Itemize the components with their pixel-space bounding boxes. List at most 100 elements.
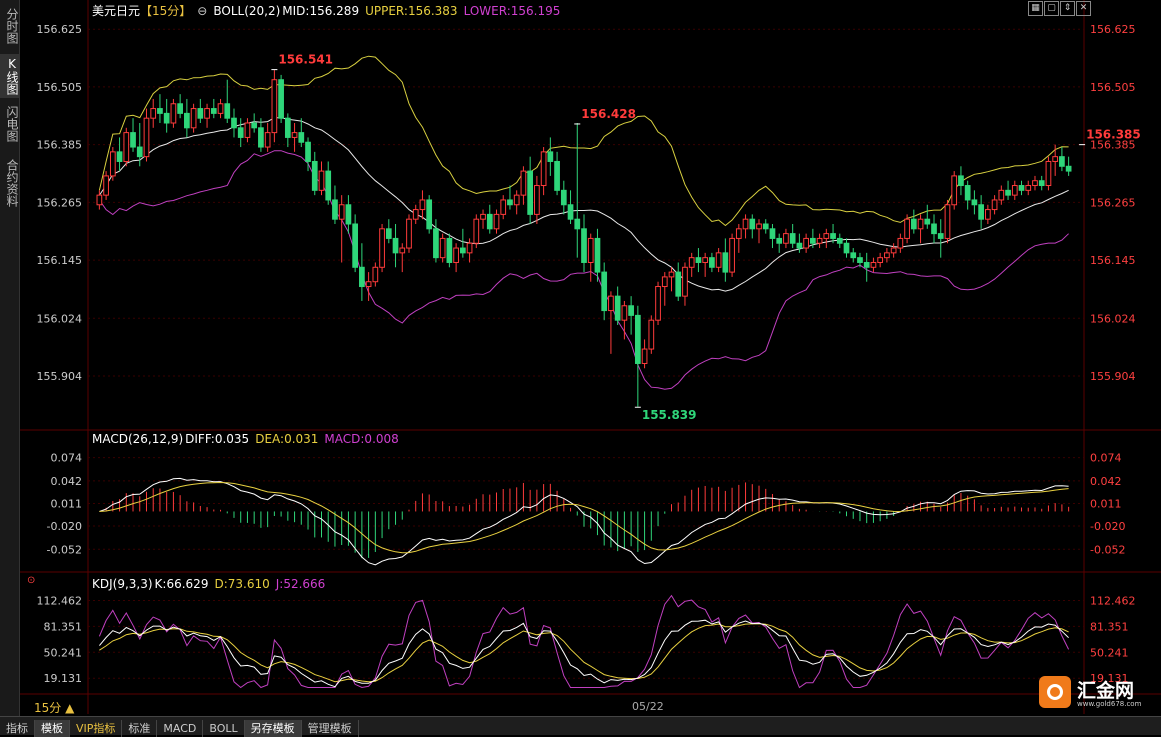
tab-contract[interactable]: 合约资料 — [0, 154, 19, 212]
logo-icon — [1039, 676, 1071, 708]
macd-tick-label-right: 0.011 — [1090, 497, 1122, 510]
annotation-label: 156.541 — [278, 53, 333, 67]
tab-template[interactable]: 模板 — [35, 720, 70, 737]
candle-body — [412, 209, 419, 220]
price-tick-label-right: 156.145 — [1090, 254, 1136, 267]
target-icon[interactable]: ⊙ — [27, 575, 35, 586]
candle-body — [830, 233, 836, 239]
kdj-j-line — [98, 594, 1070, 689]
tab-timeshare[interactable]: 分时图 — [0, 4, 19, 48]
candle-body — [507, 199, 513, 206]
candle-body — [978, 204, 984, 220]
date-axis-label: 05/22 — [632, 700, 664, 713]
candle-body — [971, 199, 978, 206]
price-info-bar: 美元日元【15分】 ⊖ BOLL(20,2) MID:156.289 UPPER:156… — [92, 2, 566, 19]
restore-icon[interactable]: ▢ — [1044, 1, 1059, 16]
tab-manage-template[interactable]: 管理模板 — [302, 720, 359, 737]
candle-body — [359, 266, 365, 288]
candle-body — [318, 170, 325, 191]
candle-body — [446, 237, 453, 263]
price-tick-label-left: 156.265 — [37, 196, 83, 209]
candle-body — [130, 132, 136, 148]
tab-boll[interactable]: BOLL — [203, 720, 245, 737]
candle-body — [311, 160, 318, 191]
candle-body — [695, 257, 702, 263]
candle-body — [406, 218, 412, 249]
candle-body — [459, 247, 466, 254]
candle-body — [513, 194, 520, 206]
candle-body — [439, 237, 446, 259]
candle-body — [1018, 185, 1025, 191]
candle-body — [769, 228, 776, 239]
period-selector[interactable]: 15分 ▲ — [34, 699, 74, 716]
candle-body — [749, 218, 756, 230]
kdj-tick-label-left: 50.241 — [44, 646, 83, 659]
macd-tick-label-left: 0.011 — [51, 497, 83, 510]
kdj-tick-label-left: 19.131 — [44, 672, 83, 685]
candle-body — [816, 237, 823, 244]
candle-body — [466, 242, 473, 254]
tab-flash[interactable]: 闪电图 — [0, 102, 19, 146]
macd-tick-label-right: -0.020 — [1090, 520, 1125, 533]
close-icon[interactable]: ✕ — [1076, 1, 1091, 16]
candle-body — [298, 132, 305, 143]
candle-body — [419, 199, 426, 211]
kdj-tick-label-right: 50.241 — [1090, 646, 1129, 659]
candle-body — [601, 271, 608, 312]
boll-label: BOLL(20,2) — [213, 4, 281, 18]
tab-standard[interactable]: 标准 — [122, 720, 158, 737]
macd-dea: DEA:0.031 — [255, 432, 319, 446]
candle-body — [1032, 180, 1038, 187]
candle-body — [722, 252, 729, 273]
candle-body — [237, 127, 244, 138]
candle-body — [924, 218, 931, 225]
price-tick-label-right: 156.505 — [1090, 81, 1136, 94]
period-tag: 【15分】 — [140, 4, 192, 18]
tab-indicator[interactable]: 指标 — [0, 720, 35, 737]
kdj-tick-label-right: 112.462 — [1090, 594, 1136, 607]
candle-body — [190, 108, 197, 129]
chart-svg[interactable]: 156.625 156.625 156.505 156.505 156.385 156.3… — [20, 0, 1161, 716]
candle-body — [210, 108, 217, 114]
candle-body — [332, 199, 338, 220]
candle-body — [823, 233, 830, 239]
scroll-icon[interactable]: ⇕ — [1060, 1, 1075, 16]
candle-body — [910, 218, 917, 230]
logo: 汇金网 www.gold678.com — [1039, 676, 1149, 712]
tab-vip-indicator[interactable]: VIP指标 — [70, 720, 123, 737]
tab-save-template[interactable]: 另存模板 — [244, 720, 302, 737]
candle-body — [850, 252, 857, 259]
settings-icon[interactable]: ⊖ — [197, 4, 207, 18]
candle-body — [661, 276, 668, 288]
candle-body — [1059, 156, 1065, 167]
candle-body — [540, 151, 547, 187]
chart-area: 156.625 156.625 156.505 156.505 156.385 156.3… — [20, 0, 1161, 716]
candle-body — [904, 218, 910, 239]
candle-body — [1005, 189, 1011, 196]
candle-body — [594, 237, 601, 273]
macd-tick-label-left: -0.052 — [47, 543, 82, 556]
price-tick-label-left: 156.625 — [37, 23, 83, 36]
price-tick-label-left: 156.505 — [37, 81, 83, 94]
tab-macd[interactable]: MACD — [157, 720, 204, 737]
candle-body — [291, 132, 298, 138]
candle-body — [702, 257, 709, 263]
grid-icon[interactable]: ▦ — [1028, 1, 1043, 16]
macd-diff: DIFF:0.035 — [185, 432, 250, 446]
boll-mid: MID:156.289 — [282, 4, 360, 18]
candle-body — [278, 79, 284, 119]
candle-body — [803, 237, 809, 249]
candle-body — [884, 252, 890, 259]
candle-body — [655, 286, 661, 321]
candle-body — [897, 237, 904, 249]
macd-tick-label-right: -0.052 — [1090, 543, 1125, 556]
macd-value: MACD:0.008 — [324, 432, 399, 446]
candle-body — [305, 141, 311, 162]
candle-body — [890, 247, 897, 254]
price-tick-label-left: 155.904 — [37, 370, 83, 383]
tab-kline[interactable]: K线图 — [0, 54, 19, 98]
candle-body — [709, 257, 715, 268]
candle-body — [184, 112, 190, 129]
candle-body — [614, 295, 621, 321]
candle-body — [96, 194, 103, 206]
